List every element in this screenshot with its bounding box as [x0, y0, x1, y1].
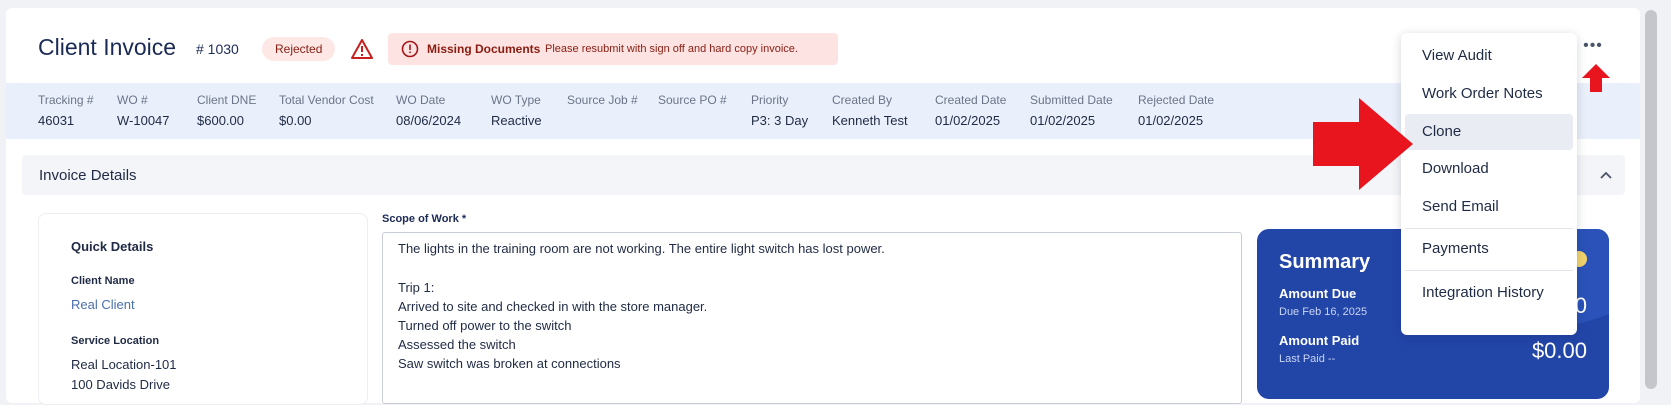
meta-created-date: Created Date 01/02/2025 [935, 93, 1007, 128]
meta-wo-type: WO Type Reactive [491, 93, 542, 128]
scope-line: Assessed the switch [398, 337, 516, 352]
meta-wo-number: WO # W-10047 [117, 93, 170, 128]
invoice-number: # 1030 [196, 41, 239, 57]
scope-line: Trip 1: [398, 280, 435, 295]
red-arrow-annotation-icon [1313, 98, 1413, 190]
client-name-label: Client Name [71, 275, 135, 287]
meta-rejected-date: Rejected Date 01/02/2025 [1138, 93, 1215, 128]
menu-item-download[interactable]: Download [1405, 151, 1573, 187]
scope-line: Turned off power to the switch [398, 318, 572, 333]
missing-documents-alert: Missing Documents Please resubmit with s… [388, 33, 838, 65]
scope-line: Arrived to site and checked in with the … [398, 299, 708, 314]
scope-of-work-textarea[interactable]: The lights in the training room are not … [382, 232, 1242, 404]
menu-item-view-audit[interactable]: View Audit [1405, 38, 1573, 74]
amount-paid-label: Amount Paid [1279, 333, 1360, 348]
more-options-icon[interactable]: ••• [1582, 38, 1604, 54]
scope-of-work-label: Scope of Work * [382, 213, 467, 225]
last-paid: Last Paid -- [1279, 353, 1336, 365]
meta-created-by: Created By Kenneth Test [832, 93, 908, 128]
due-date: Due Feb 16, 2025 [1279, 306, 1368, 318]
menu-item-work-order-notes[interactable]: Work Order Notes [1405, 76, 1573, 112]
red-up-arrow-annotation-icon [1582, 64, 1610, 92]
menu-divider [1405, 228, 1573, 229]
amount-due-label: Amount Due [1279, 286, 1357, 301]
client-name-link[interactable]: Real Client [71, 297, 135, 312]
page-title: Client Invoice [38, 34, 177, 60]
service-location-address: 100 Davids Drive [71, 377, 170, 392]
scope-line: The lights in the training room are not … [398, 241, 885, 256]
scope-line: Saw switch was broken at connections [398, 356, 621, 371]
chevron-up-icon[interactable] [1599, 168, 1613, 182]
alert-message: Please resubmit with sign off and hard c… [545, 43, 798, 55]
meta-total-vendor-cost: Total Vendor Cost $0.00 [279, 93, 374, 128]
actions-dropdown-menu: View Audit Work Order Notes Clone Downlo… [1401, 33, 1577, 335]
service-location-name: Real Location-101 [71, 357, 177, 372]
status-badge: Rejected [262, 37, 336, 61]
menu-item-payments[interactable]: Payments [1405, 231, 1573, 267]
meta-submitted-date: Submitted Date 01/02/2025 [1030, 93, 1113, 128]
summary-title: Summary [1279, 251, 1371, 273]
amount-paid-value: $0.00 [1531, 338, 1587, 363]
menu-item-integration-history[interactable]: Integration History [1405, 275, 1573, 311]
service-location-label: Service Location [71, 335, 160, 347]
vertical-scrollbar[interactable] [1645, 10, 1657, 389]
alert-title: Missing Documents [427, 42, 541, 56]
meta-priority: Priority P3: 3 Day [751, 93, 809, 128]
menu-item-send-email[interactable]: Send Email [1405, 189, 1573, 225]
quick-details-panel: Quick Details Client Name Real Client Se… [38, 213, 368, 405]
meta-client-dne: Client DNE $600.00 [197, 93, 257, 128]
menu-item-clone[interactable]: Clone [1405, 114, 1573, 150]
quick-details-heading: Quick Details [71, 239, 154, 254]
menu-divider [1405, 270, 1573, 271]
warning-triangle-icon [351, 39, 373, 59]
meta-wo-date: WO Date 08/06/2024 [396, 93, 462, 128]
meta-tracking: Tracking #46031 [38, 93, 94, 128]
section-title: Invoice Details [39, 167, 137, 184]
meta-source-po: Source PO # [658, 93, 727, 107]
alert-circle-icon [401, 40, 419, 58]
meta-source-job: Source Job # [567, 93, 638, 107]
